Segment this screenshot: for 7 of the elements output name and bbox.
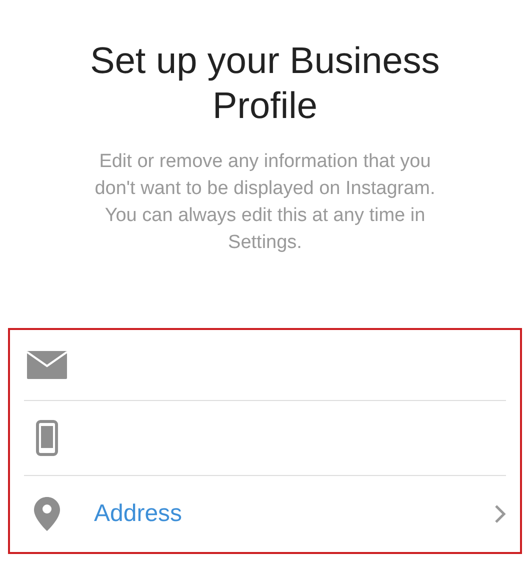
address-link[interactable]: Address	[94, 500, 506, 528]
mail-icon	[27, 351, 67, 379]
page-title: Set up your Business Profile	[89, 39, 441, 128]
phone-icon	[36, 420, 58, 456]
description: Edit or remove any information that you don't want to be displayed on Instagram. You can always edit this at any time in Settings.	[94, 150, 436, 255]
chevron-right-icon	[494, 504, 506, 524]
location-pin-icon	[34, 497, 60, 531]
